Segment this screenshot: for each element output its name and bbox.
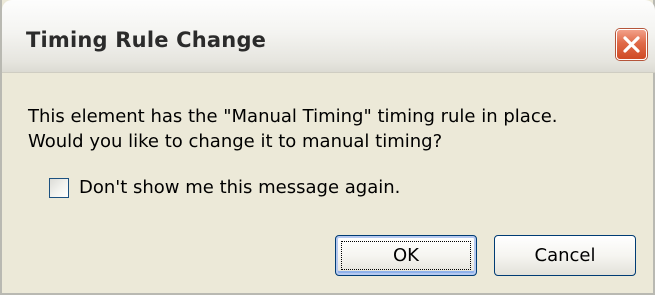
close-icon bbox=[623, 36, 640, 53]
dialog-titlebar[interactable]: Timing Rule Change bbox=[2, 0, 655, 73]
timing-rule-change-dialog: Timing Rule Change This element has the … bbox=[0, 0, 655, 295]
message-line-2: Would you like to change it to manual ti… bbox=[28, 131, 443, 152]
dialog-message: This element has the "Manual Timing" tim… bbox=[28, 104, 558, 154]
cancel-button-label: Cancel bbox=[534, 245, 596, 266]
focus-ring bbox=[341, 241, 471, 270]
dialog-title: Timing Rule Change bbox=[26, 28, 267, 52]
dont-show-again-checkbox[interactable] bbox=[49, 178, 69, 198]
close-button[interactable] bbox=[616, 29, 647, 60]
dont-show-again-label[interactable]: Don't show me this message again. bbox=[79, 177, 400, 199]
ok-button[interactable]: OK bbox=[335, 235, 477, 276]
cancel-button[interactable]: Cancel bbox=[494, 235, 636, 276]
message-line-1: This element has the "Manual Timing" tim… bbox=[28, 106, 558, 127]
